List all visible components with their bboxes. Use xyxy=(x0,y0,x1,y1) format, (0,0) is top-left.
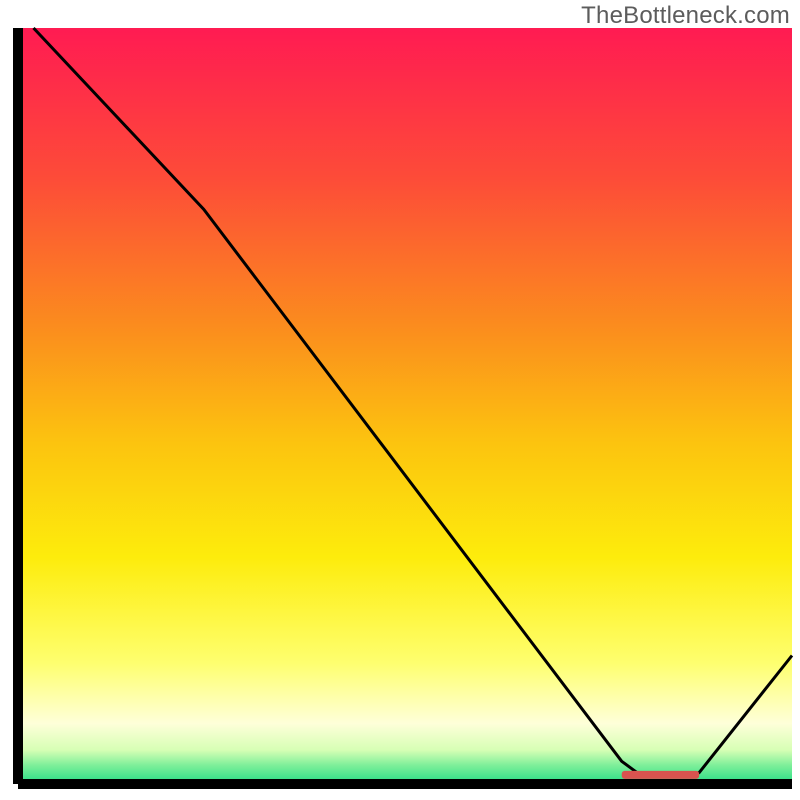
optimal-range-marker xyxy=(622,771,699,779)
watermark-text: TheBottleneck.com xyxy=(581,2,790,30)
plot-background xyxy=(18,28,792,784)
chart-container: TheBottleneck.com xyxy=(0,0,800,800)
bottleneck-chart xyxy=(0,0,800,800)
